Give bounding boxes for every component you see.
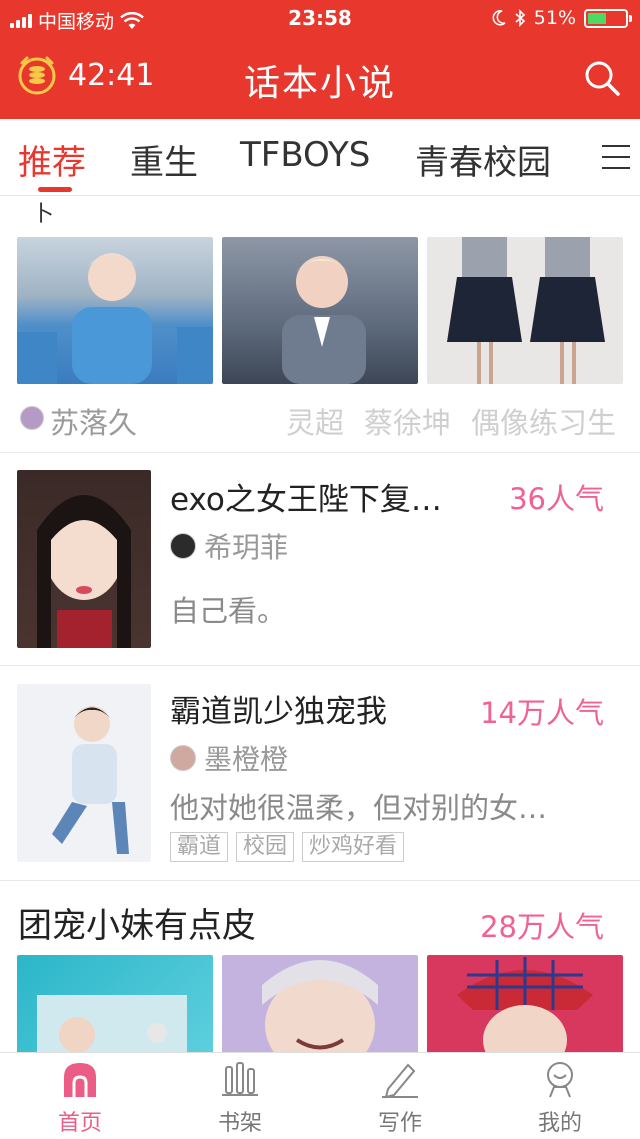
- home-icon: [64, 1063, 96, 1097]
- tag[interactable]: 灵超: [286, 400, 344, 442]
- avatar: [170, 533, 196, 559]
- divider: [0, 880, 640, 881]
- book-title: 团宠小妹有点皮: [18, 906, 256, 946]
- book-description: 他对她很温柔，但对别的女…: [170, 791, 548, 825]
- boy-figure-image: [17, 253, 213, 384]
- girl-portrait-image: [37, 495, 131, 648]
- feed: 卜 苏落久 灵超 蔡徐坤 偶像练习生 exo之女王陛下复… 36人气 希玥菲 自…: [0, 196, 640, 1052]
- book-author: 希玥菲: [170, 526, 288, 566]
- tab-rebirth[interactable]: 重生: [130, 135, 198, 184]
- nav-write[interactable]: 写作: [340, 1059, 460, 1137]
- search-icon[interactable]: [582, 58, 622, 98]
- avatar: [170, 745, 196, 771]
- divider: [0, 452, 640, 453]
- app-header: 中国移动 23:58 51% 42:41 话本小说: [0, 0, 640, 119]
- category-tabs: 推荐 重生 TFBOYS 青春校园: [0, 119, 640, 196]
- nav-home[interactable]: 首页: [20, 1059, 140, 1137]
- tag[interactable]: 校园: [236, 832, 295, 862]
- tag[interactable]: 蔡徐坤: [364, 400, 451, 442]
- photo-image: [37, 995, 187, 1052]
- author-name[interactable]: 苏落久: [50, 400, 137, 442]
- cover-image: [17, 237, 213, 384]
- tag-list: 灵超 蔡徐坤 偶像练习生: [286, 400, 616, 442]
- dress-image: [447, 237, 605, 384]
- tab-tfboys[interactable]: TFBOYS: [240, 135, 370, 175]
- popularity-count: 36人气: [509, 482, 604, 516]
- bookshelf-icon: [222, 1062, 258, 1096]
- nav-label: 写作: [377, 1111, 422, 1136]
- tab-recommend[interactable]: 推荐: [18, 135, 86, 184]
- tag-list: 霸道 校园 炒鸡好看: [170, 832, 412, 862]
- tag[interactable]: 炒鸡好看: [302, 832, 405, 862]
- boy-portrait-image: [52, 706, 129, 854]
- nav-profile[interactable]: 我的: [500, 1059, 620, 1137]
- divider: [0, 665, 640, 666]
- menu-icon[interactable]: [602, 145, 630, 171]
- nav-label: 首页: [57, 1111, 102, 1136]
- truncated-text: 卜: [32, 202, 55, 227]
- battery-icon: [584, 8, 632, 28]
- book-cover: [17, 470, 151, 648]
- profile-icon: [547, 1062, 573, 1098]
- tab-campus[interactable]: 青春校园: [415, 135, 551, 184]
- boy-portrait-image: [262, 960, 378, 1052]
- book-title: 霸道凯少独宠我: [170, 694, 387, 730]
- cover-image: [427, 955, 623, 1052]
- bluetooth-icon: [515, 9, 525, 27]
- battery-fill: [588, 12, 607, 24]
- book-description: 自己看。: [170, 594, 287, 628]
- book-author: 墨橙橙: [170, 738, 288, 778]
- popularity-count: 14万人气: [480, 696, 604, 730]
- nav-label: 我的: [537, 1111, 582, 1136]
- tag[interactable]: 霸道: [170, 832, 229, 862]
- bottom-nav: 首页 书架 写作 我的: [0, 1052, 640, 1139]
- app-title: 话本小说: [243, 63, 396, 104]
- book-title: exo之女王陛下复…: [170, 482, 442, 518]
- tag[interactable]: 偶像练习生: [471, 400, 616, 442]
- boy-hat-image: [457, 957, 593, 1052]
- author-row: 苏落久 灵超 蔡徐坤 偶像练习生: [18, 398, 622, 440]
- nav-bookshelf[interactable]: 书架: [180, 1059, 300, 1137]
- active-tab-indicator: [38, 187, 72, 192]
- app-bar: 42:41 话本小说: [0, 36, 640, 119]
- status-right: 51%: [492, 7, 632, 29]
- author-name[interactable]: 希玥菲: [204, 526, 288, 566]
- author-name[interactable]: 墨橙橙: [204, 738, 288, 778]
- battery-percent: 51%: [533, 7, 576, 29]
- nav-label: 书架: [217, 1111, 262, 1136]
- boy-figure-image: [282, 256, 366, 384]
- status-bar: 中国移动 23:58 51%: [0, 0, 640, 36]
- cover-image: [222, 955, 418, 1052]
- book-cover: [17, 684, 151, 862]
- cover-image: [17, 955, 213, 1052]
- cover-image: [222, 237, 418, 384]
- popularity-count: 28万人气: [480, 910, 604, 944]
- moon-icon: [492, 10, 506, 26]
- cover-image: [427, 237, 623, 384]
- avatar: [20, 406, 44, 430]
- pen-icon: [382, 1063, 418, 1099]
